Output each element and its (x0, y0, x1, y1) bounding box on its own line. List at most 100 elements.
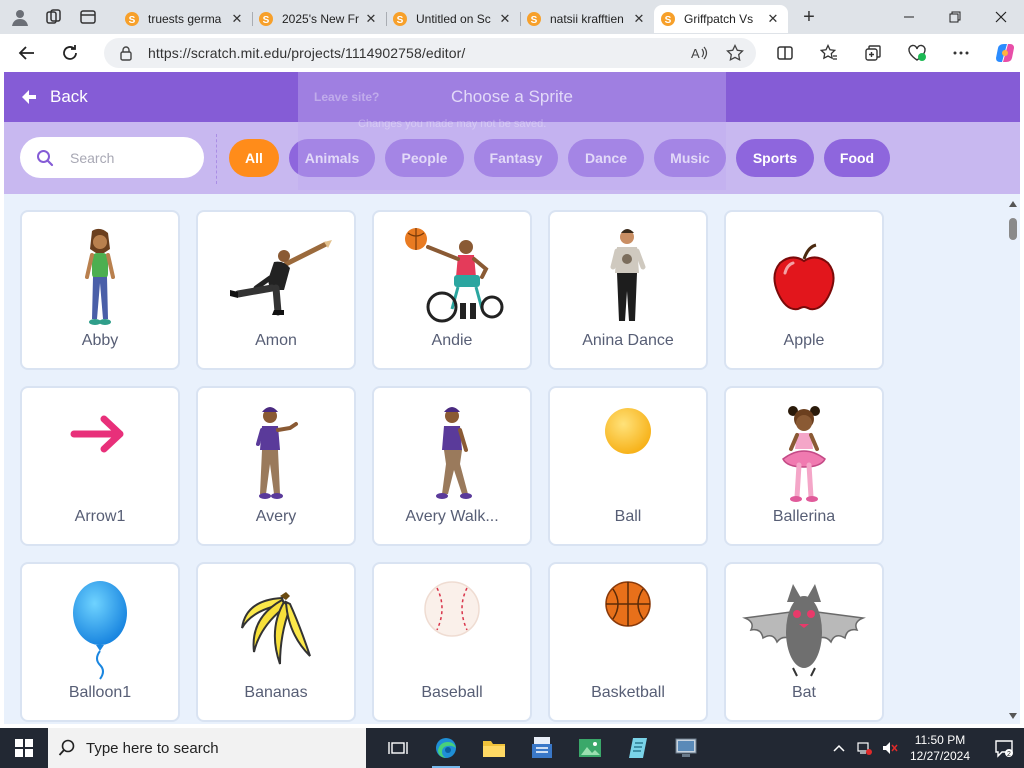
browser-tab-active[interactable]: S Griffpatch Vs ✕ (654, 5, 788, 33)
browser-tab[interactable]: S natsii krafftien ✕ (520, 5, 654, 33)
sprite-card-avery[interactable]: Avery (196, 386, 356, 546)
leave-site-dialog-ghost: Leave site? Changes you made may not be … (298, 72, 726, 190)
copilot-icon[interactable] (990, 38, 1020, 68)
volume-muted-icon[interactable] (882, 741, 898, 755)
start-button[interactable] (0, 728, 48, 768)
dancer-man-icon (198, 224, 354, 332)
sprite-card-basketball[interactable]: Basketball (548, 562, 708, 722)
tab-close-icon[interactable]: ✕ (362, 11, 380, 27)
scratch-favicon-icon: S (393, 12, 407, 26)
document-app-icon[interactable] (518, 728, 566, 768)
search-input[interactable] (70, 149, 190, 166)
reload-icon[interactable] (54, 37, 86, 69)
tag-all-button[interactable]: All (229, 139, 279, 177)
profile-icon[interactable] (6, 3, 34, 31)
favorites-icon[interactable] (814, 38, 844, 68)
tab-actions-icon[interactable] (74, 3, 102, 31)
tab-title: Untitled on Sc (416, 12, 491, 26)
baseball-icon (374, 576, 530, 684)
read-aloud-icon[interactable]: A (688, 42, 710, 64)
file-explorer-icon[interactable] (470, 728, 518, 768)
task-view-icon[interactable] (374, 728, 422, 768)
search-icon (58, 739, 75, 756)
scroll-up-icon[interactable] (1009, 200, 1017, 208)
sprite-card-bananas[interactable]: Bananas (196, 562, 356, 722)
sprite-card-arrow1[interactable]: Arrow1 (20, 386, 180, 546)
basketball-icon (550, 576, 706, 684)
tab-title: natsii krafftien (550, 12, 624, 26)
image-viewer-icon[interactable] (566, 728, 614, 768)
clock-time: 11:50 PM (914, 733, 966, 747)
sprite-name: Bat (791, 684, 816, 701)
search-icon (37, 149, 54, 166)
balloon-icon (22, 576, 178, 684)
svg-text:S: S (397, 15, 404, 26)
windows-logo-icon (15, 739, 33, 757)
address-input[interactable]: https://scratch.mit.edu/projects/1114902… (104, 38, 756, 68)
minimize-icon[interactable] (886, 0, 932, 34)
browser-tab[interactable]: S Untitled on Sc ✕ (386, 5, 520, 33)
ghost-dialog-title: Leave site? (314, 90, 380, 104)
sprite-card-apple[interactable]: Apple (724, 210, 884, 370)
sprite-card-avery-walking[interactable]: Avery Walk... (372, 386, 532, 546)
browser-essentials-icon[interactable] (902, 38, 932, 68)
scrollbar-thumb[interactable] (1009, 218, 1017, 240)
svg-text:A: A (691, 46, 700, 61)
tab-close-icon[interactable]: ✕ (764, 11, 782, 27)
close-window-icon[interactable] (978, 0, 1024, 34)
favorite-star-icon[interactable] (724, 42, 746, 64)
filter-divider (216, 134, 217, 184)
back-arrow-icon[interactable] (11, 37, 43, 69)
collections-icon[interactable] (858, 38, 888, 68)
tab-close-icon[interactable]: ✕ (630, 11, 648, 27)
split-screen-icon[interactable] (770, 38, 800, 68)
workspaces-icon[interactable] (40, 3, 68, 31)
tag-food-button[interactable]: Food (824, 139, 890, 177)
browser-tab[interactable]: S truests germa ✕ (118, 5, 252, 33)
search-box[interactable] (20, 137, 204, 178)
sprite-card-bat[interactable]: Bat (724, 562, 884, 722)
notes-app-icon[interactable] (614, 728, 662, 768)
more-menu-icon[interactable] (946, 38, 976, 68)
clock[interactable]: 11:50 PM 12/27/2024 (910, 732, 970, 764)
sprite-name: Amon (255, 332, 297, 349)
sprite-name: Apple (783, 332, 825, 349)
notification-center-icon[interactable]: 2 (984, 728, 1024, 768)
sprite-card-anina-dance[interactable]: Anina Dance (548, 210, 708, 370)
network-icon[interactable] (856, 741, 872, 755)
sprite-card-abby[interactable]: Abby (20, 210, 180, 370)
sprite-card-ballerina[interactable]: Ballerina (724, 386, 884, 546)
remote-desktop-icon[interactable] (662, 728, 710, 768)
sprite-card-balloon1[interactable]: Balloon1 (20, 562, 180, 722)
girl-walking-icon (374, 400, 530, 508)
browser-tab[interactable]: S 2025's New Fr ✕ (252, 5, 386, 33)
sprite-card-amon[interactable]: Amon (196, 210, 356, 370)
taskbar-search-box[interactable]: Type here to search (48, 728, 366, 768)
tab-title: Griffpatch Vs (684, 12, 754, 26)
sprite-library-modal: Back Choose a Sprite All Animals People … (4, 72, 1020, 724)
edge-browser-icon[interactable] (422, 728, 470, 768)
sprite-name: Balloon1 (68, 684, 132, 701)
arrow-icon (22, 400, 178, 508)
library-scrollbar[interactable] (1006, 200, 1020, 720)
sprite-library-scroll[interactable]: Abby Amon Andie Anina Dance Apple Arrow1… (4, 194, 1020, 724)
girl-standing-icon (22, 224, 178, 332)
tab-close-icon[interactable]: ✕ (496, 11, 514, 27)
svg-text:2: 2 (1007, 751, 1011, 758)
restore-icon[interactable] (932, 0, 978, 34)
window-controls (886, 0, 1024, 34)
scroll-down-icon[interactable] (1009, 712, 1017, 720)
tray-icons (832, 741, 898, 755)
tab-close-icon[interactable]: ✕ (228, 11, 246, 27)
new-tab-button[interactable]: + (794, 3, 824, 31)
ghost-dialog-text: Changes you made may not be saved. (358, 118, 547, 130)
sprite-name: Avery Walk... (405, 508, 499, 525)
sprite-card-baseball[interactable]: Baseball (372, 562, 532, 722)
url-text[interactable]: https://scratch.mit.edu/projects/1114902… (148, 45, 465, 61)
sprite-card-ball[interactable]: Ball (548, 386, 708, 546)
tag-sports-button[interactable]: Sports (736, 139, 814, 177)
sprite-name: Andie (431, 332, 473, 349)
chevron-up-icon[interactable] (832, 741, 846, 755)
lock-icon[interactable] (118, 45, 134, 61)
sprite-card-andie[interactable]: Andie (372, 210, 532, 370)
